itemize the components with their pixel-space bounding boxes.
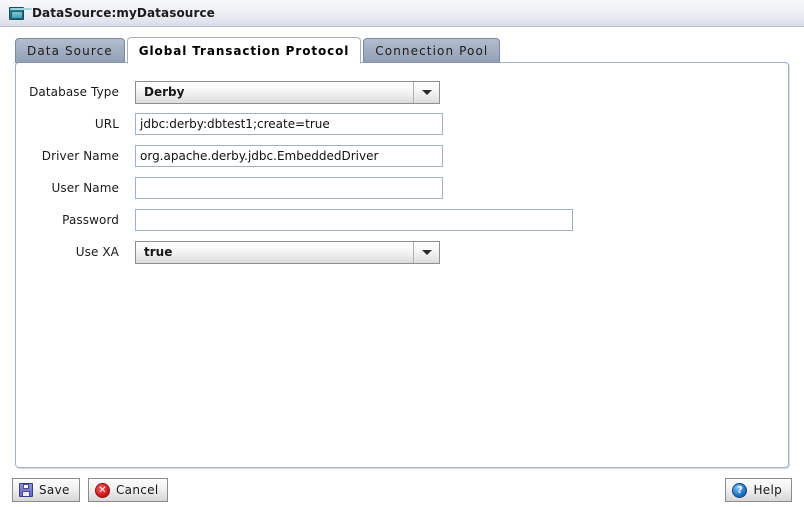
tab-strip: Data Source Global Transaction Protocol … — [15, 36, 502, 64]
save-button[interactable]: Save — [12, 478, 80, 502]
database-type-label: Database Type — [29, 85, 119, 99]
password-input[interactable] — [135, 209, 573, 231]
database-type-select[interactable]: Derby — [135, 80, 440, 104]
url-label: URL — [94, 117, 119, 131]
tab-global-transaction-protocol-label: Global Transaction Protocol — [138, 43, 350, 58]
dialog-button-bar: Save ✕ Cancel ? Help — [0, 474, 804, 507]
tab-data-source-label: Data Source — [27, 43, 113, 58]
datasource-form: Database Type Derby URL jdbc:derby:dbtest1;… — [16, 63, 788, 273]
use-xa-selected-value: true — [144, 245, 173, 259]
user-name-input[interactable] — [135, 177, 443, 199]
form-row-driver-name: Driver Name org.apache.derby.jdbc.Embedde… — [16, 145, 788, 167]
use-xa-label: Use XA — [75, 245, 119, 259]
help-button-label: Help — [753, 483, 782, 497]
use-xa-select[interactable]: true — [135, 240, 440, 264]
user-name-label: User Name — [51, 181, 119, 195]
form-row-url: URL jdbc:derby:dbtest1;create=true — [16, 113, 788, 135]
tab-data-source[interactable]: Data Source — [15, 38, 125, 63]
tab-content-panel: Database Type Derby URL jdbc:derby:dbtest1;… — [15, 62, 789, 468]
form-row-password: Password — [16, 209, 788, 231]
form-row-user-name: User Name — [16, 177, 788, 199]
tab-connection-pool[interactable]: Connection Pool — [363, 38, 501, 63]
url-input[interactable]: jdbc:derby:dbtest1;create=true — [135, 113, 443, 135]
help-button[interactable]: ? Help — [725, 478, 792, 502]
driver-name-input[interactable]: org.apache.derby.jdbc.EmbeddedDriver — [135, 145, 443, 167]
chevron-down-icon[interactable] — [413, 241, 439, 263]
cancel-button-label: Cancel — [116, 483, 159, 497]
window-title: DataSource:myDatasource — [32, 6, 215, 20]
form-row-database-type: Database Type Derby — [16, 80, 788, 104]
password-label: Password — [62, 213, 119, 227]
window-title-bar: DataSource:myDatasource — [0, 0, 804, 27]
driver-name-label: Driver Name — [41, 149, 119, 163]
form-row-use-xa: Use XA true — [16, 240, 788, 264]
help-circle-icon: ? — [732, 482, 748, 498]
tab-global-transaction-protocol[interactable]: Global Transaction Protocol — [126, 37, 362, 64]
cancel-button[interactable]: ✕ Cancel — [88, 478, 169, 502]
chevron-down-icon[interactable] — [413, 81, 439, 103]
cancel-circle-icon: ✕ — [95, 482, 110, 498]
folder-icon — [9, 6, 32, 20]
database-type-selected-value: Derby — [144, 85, 185, 99]
save-button-label: Save — [39, 483, 70, 497]
tab-connection-pool-label: Connection Pool — [375, 43, 489, 58]
floppy-disk-icon — [19, 483, 33, 497]
